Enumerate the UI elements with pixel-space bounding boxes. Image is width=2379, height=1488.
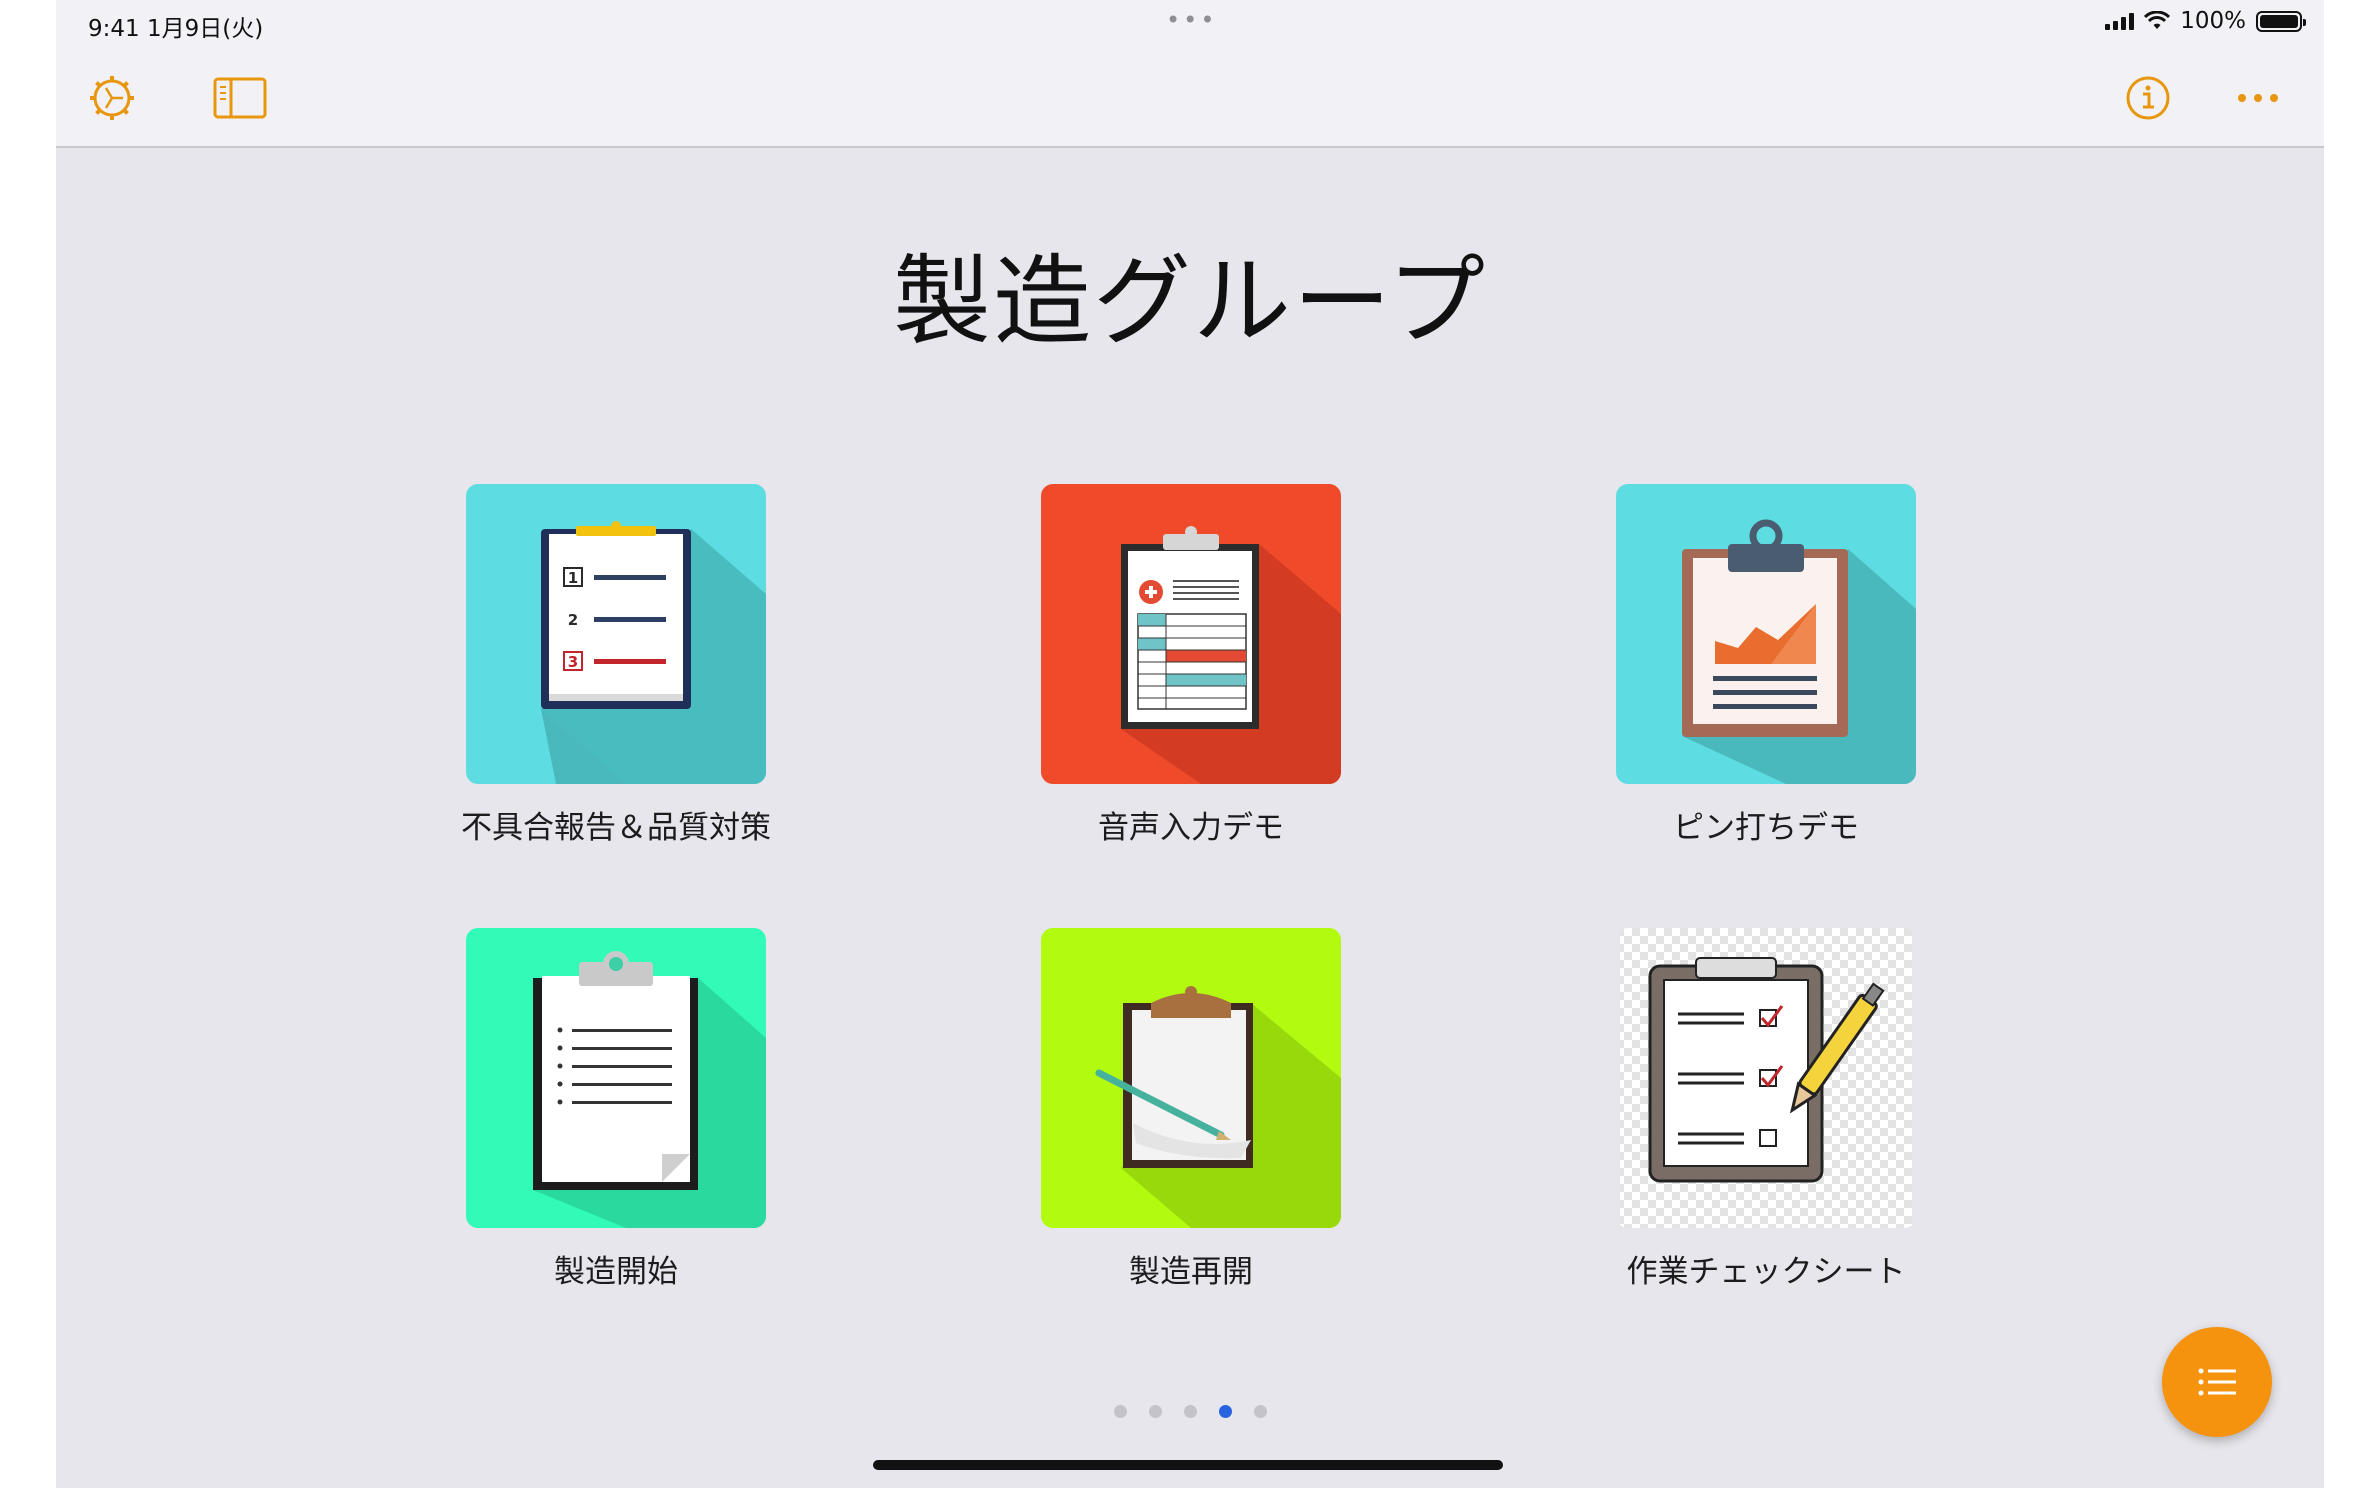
page-control[interactable] — [1114, 1405, 1267, 1418]
battery-icon — [2256, 10, 2306, 32]
status-time: 9:41 1月9日(火) — [88, 16, 264, 42]
app-tile-label: 製造再開 — [1129, 1254, 1253, 1290]
settings-gear-icon[interactable] — [86, 72, 138, 124]
app-tile-label: 作業チェックシート — [1626, 1254, 1906, 1290]
more-icon[interactable] — [2232, 72, 2284, 124]
sidebar-toggle-icon[interactable] — [210, 72, 270, 124]
battery-percent: 100% — [2180, 8, 2246, 34]
page-dot[interactable] — [1114, 1405, 1127, 1418]
info-icon[interactable] — [2122, 72, 2174, 124]
page-dot[interactable] — [1184, 1405, 1197, 1418]
cellular-signal-icon — [2105, 12, 2135, 30]
app-tile-label: 製造開始 — [554, 1254, 678, 1290]
numbered-list-clipboard-icon: 1 2 3 — [466, 484, 766, 784]
app-tile-defect-report[interactable]: 1 2 3 不具合報告＆品質対策 — [461, 484, 771, 846]
svg-text:1: 1 — [568, 569, 578, 587]
app-tile-production-resume[interactable]: 製造再開 — [1041, 928, 1341, 1290]
app-tile-pin-demo[interactable]: ピン打ちデモ — [1616, 484, 1916, 846]
app-tile-voice-input-demo[interactable]: 音声入力デモ — [1041, 484, 1341, 846]
page-dot-active[interactable] — [1219, 1405, 1232, 1418]
chart-clipboard-icon — [1616, 484, 1916, 784]
page-dot[interactable] — [1149, 1405, 1162, 1418]
svg-text:2: 2 — [568, 611, 578, 629]
multitasking-dots-icon[interactable]: ••• — [1166, 6, 1217, 34]
app-tile-work-check-sheet[interactable]: 作業チェックシート — [1616, 928, 1916, 1290]
check-sheet-pen-icon — [1616, 928, 1916, 1228]
app-tile-label: 不具合報告＆品質対策 — [461, 810, 771, 846]
status-indicators: 100% — [2105, 8, 2306, 34]
status-bar: 9:41 1月9日(火) ••• 100% — [56, 0, 2324, 46]
checklist-clipboard-icon — [466, 928, 766, 1228]
list-icon — [2198, 1368, 2236, 1396]
page-dot[interactable] — [1254, 1405, 1267, 1418]
medical-form-clipboard-icon — [1041, 484, 1341, 784]
page-title: 製造グループ — [892, 245, 1488, 359]
home-indicator[interactable] — [873, 1460, 1503, 1470]
app-screen: 9:41 1月9日(火) ••• 100% 製造グループ 1 2 3 不具合報告… — [56, 0, 2324, 1488]
list-fab-button[interactable] — [2162, 1327, 2272, 1437]
wifi-icon — [2144, 11, 2171, 29]
app-tile-label: ピン打ちデモ — [1673, 810, 1859, 846]
navigation-toolbar — [56, 46, 2324, 148]
app-tile-production-start[interactable]: 製造開始 — [466, 928, 766, 1290]
clipboard-pen-icon — [1041, 928, 1341, 1228]
svg-text:3: 3 — [568, 653, 578, 671]
app-tile-label: 音声入力デモ — [1098, 810, 1284, 846]
